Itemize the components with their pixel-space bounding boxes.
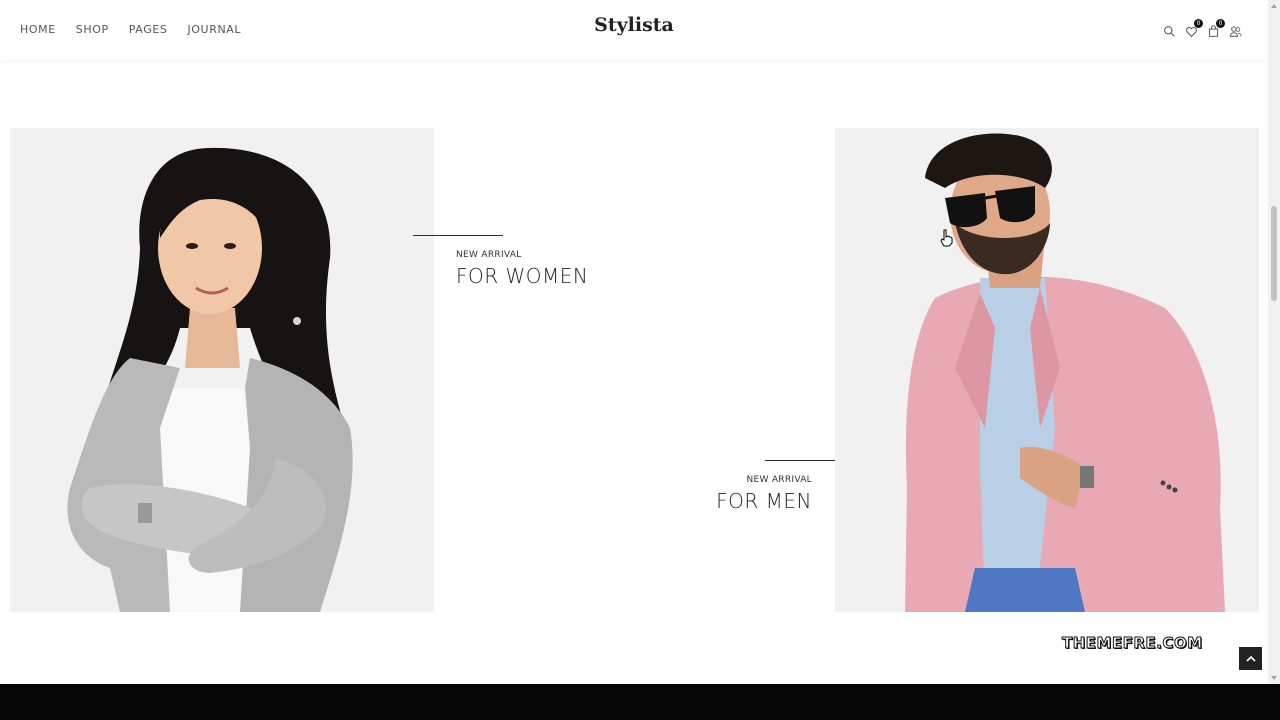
scroll-up-arrow-icon[interactable]	[1271, 4, 1277, 8]
cart-icon[interactable]: 0	[1206, 19, 1225, 38]
scrollbar-thumb[interactable]	[1271, 206, 1277, 301]
back-to-top-button[interactable]	[1239, 647, 1262, 670]
wishlist-count-badge: 0	[1194, 19, 1203, 28]
men-title[interactable]: FOR MEN	[716, 489, 812, 513]
caption-divider	[413, 235, 503, 236]
search-icon[interactable]	[1162, 24, 1176, 38]
men-caption[interactable]: NEW ARRIVAL FOR MEN	[716, 460, 855, 513]
footer-bar	[0, 684, 1280, 720]
site-header: HOME SHOP PAGES JOURNAL Stylista 0 0	[0, 0, 1268, 60]
chevron-up-icon	[1245, 655, 1256, 662]
wishlist-icon[interactable]: 0	[1184, 19, 1203, 38]
scroll-down-arrow-icon[interactable]	[1271, 676, 1277, 680]
women-tag: NEW ARRIVAL	[456, 250, 522, 260]
site-logo[interactable]: Stylista	[0, 14, 1268, 36]
hand-cursor-icon	[940, 229, 953, 247]
man-model-illustration	[905, 133, 1225, 612]
women-banner-image[interactable]	[10, 128, 434, 612]
men-banner-image[interactable]	[835, 128, 1259, 612]
woman-model-illustration	[67, 147, 353, 612]
cart-count-badge: 0	[1216, 19, 1225, 28]
watermark-logo: THEMEFRE.COM	[1062, 634, 1203, 653]
women-caption[interactable]: NEW ARRIVAL FOR WOMEN	[413, 235, 588, 288]
account-icon[interactable]	[1228, 24, 1242, 38]
page-scrollbar[interactable]	[1268, 0, 1280, 684]
women-title[interactable]: FOR WOMEN	[456, 264, 588, 288]
header-icons: 0 0	[1162, 19, 1242, 38]
men-tag: NEW ARRIVAL	[746, 475, 812, 485]
